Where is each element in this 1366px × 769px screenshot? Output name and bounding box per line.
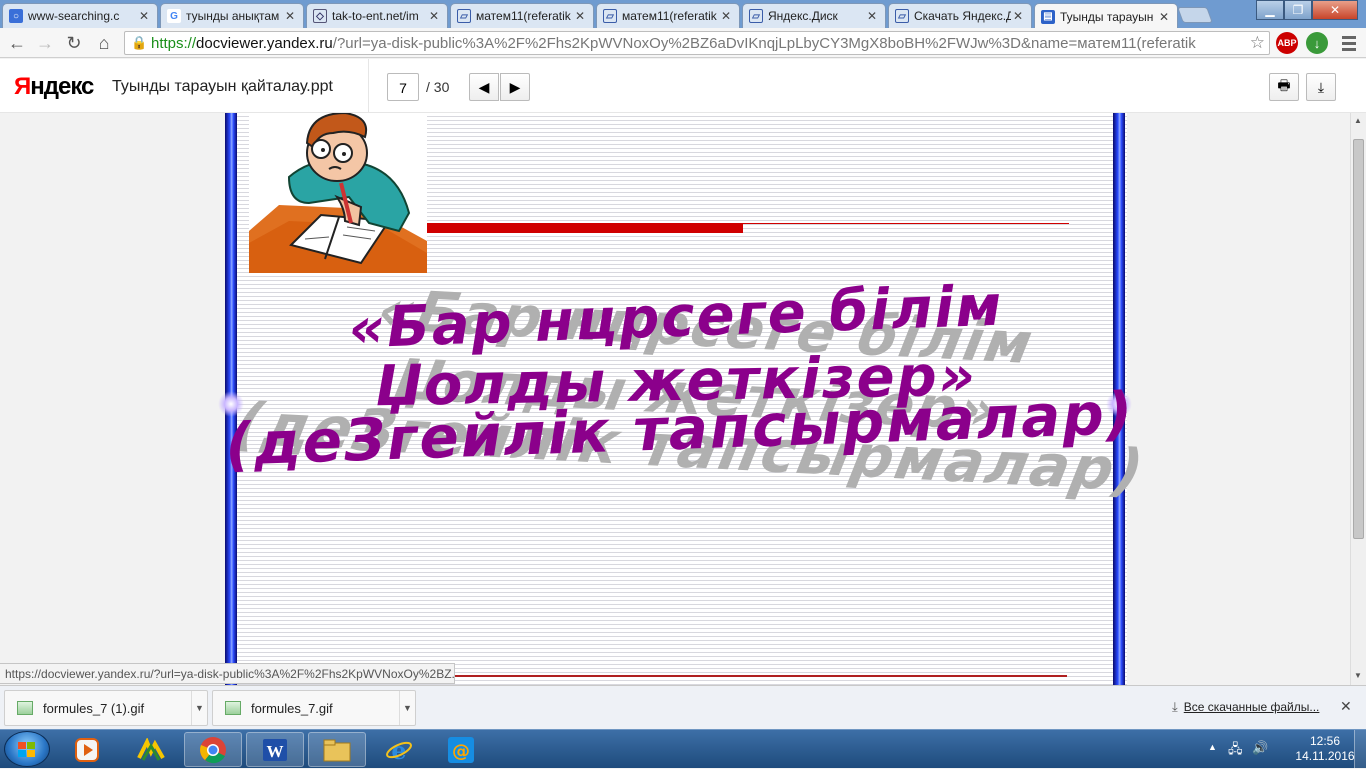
- svg-text:e: e: [391, 736, 406, 764]
- minimize-icon[interactable]: ▁: [1256, 0, 1284, 20]
- yadisk-favicon-icon: ▱: [749, 9, 763, 23]
- media-player-icon[interactable]: [58, 732, 116, 767]
- scrollbar-thumb[interactable]: [1353, 139, 1364, 539]
- window-controls: ▁ ❐ ✕: [1256, 0, 1358, 20]
- chevron-down-icon[interactable]: ▼: [399, 691, 415, 725]
- tab-download-yandex-disk[interactable]: ▱ Скачать Яндекс.Д ✕: [888, 3, 1032, 28]
- show-hidden-icons-icon[interactable]: ▲: [1208, 742, 1217, 752]
- red-accent-bar: [427, 223, 743, 233]
- document-viewer: «Бар нцрсеге білім Џолды жеткізер» (деЗг…: [0, 113, 1350, 685]
- student-writing-clipart: [249, 113, 427, 273]
- menu-hamburger-icon[interactable]: [1342, 36, 1356, 54]
- document-title: Туынды тарауын қайталау.ppt: [112, 78, 333, 95]
- close-tab-icon[interactable]: ✕: [865, 9, 879, 23]
- chrome-icon[interactable]: [184, 732, 242, 767]
- clock[interactable]: 12:56 14.11.2016: [1290, 734, 1360, 764]
- svg-text:W: W: [267, 742, 284, 761]
- browser-toolbar: ← → ↻ ⌂ 🔒 https://docviewer.yandex.ru/?u…: [0, 28, 1366, 58]
- scroll-up-icon[interactable]: ▲: [1354, 116, 1362, 125]
- close-downloads-bar-icon[interactable]: ✕: [1340, 698, 1352, 715]
- close-tab-icon[interactable]: ✕: [137, 9, 151, 23]
- svg-text:@: @: [452, 741, 470, 762]
- tab-matem11-a[interactable]: ▱ матем11(referatik ✕: [450, 3, 594, 28]
- vertical-scrollbar[interactable]: ▲ ▼: [1350, 113, 1366, 685]
- scroll-down-icon[interactable]: ▼: [1354, 671, 1362, 680]
- image-file-icon: [225, 701, 241, 715]
- red-bottom-line: [447, 675, 1067, 677]
- close-tab-icon[interactable]: ✕: [1011, 9, 1025, 23]
- reload-icon[interactable]: ↻: [63, 32, 85, 54]
- status-bar-url: https://docviewer.yandex.ru/?url=ya-disk…: [0, 663, 455, 684]
- google-favicon-icon: G: [167, 9, 181, 23]
- adblock-plus-icon[interactable]: ABP: [1276, 32, 1298, 54]
- next-page-button[interactable]: ▶: [500, 73, 530, 101]
- windows-logo-icon: [18, 742, 36, 758]
- close-tab-icon[interactable]: ✕: [283, 9, 297, 23]
- mail-agent-icon[interactable]: @: [432, 732, 490, 767]
- home-icon[interactable]: ⌂: [93, 32, 115, 54]
- download-item[interactable]: formules_7 (1).gif ▼: [4, 690, 208, 726]
- search-favicon-icon: ○: [9, 9, 23, 23]
- download-item[interactable]: formules_7.gif ▼: [212, 690, 416, 726]
- print-button[interactable]: 🖶: [1269, 73, 1299, 101]
- all-downloads-link[interactable]: ⤓ Все скачанные файлы...: [1172, 699, 1319, 715]
- lock-icon: 🔒: [131, 35, 148, 50]
- yadisk-favicon-icon: ▱: [457, 9, 471, 23]
- show-desktop-button[interactable]: [1354, 730, 1366, 769]
- volume-icon[interactable]: 🔊: [1252, 740, 1268, 756]
- new-tab-button[interactable]: [1177, 7, 1213, 23]
- slide: «Бар нцрсеге білім Џолды жеткізер» (деЗг…: [218, 113, 1150, 685]
- maximize-icon[interactable]: ❐: [1284, 0, 1312, 20]
- tab-searching[interactable]: ○ www-searching.c ✕: [2, 3, 158, 28]
- page-total: / 30: [426, 79, 450, 95]
- back-arrow-icon[interactable]: ←: [6, 32, 28, 54]
- previous-page-button[interactable]: ◀: [469, 73, 499, 101]
- tab-docviewer-active[interactable]: ▤ Туынды тарауын ✕: [1034, 3, 1178, 29]
- page-number-input[interactable]: 7: [387, 73, 419, 101]
- docviewer-header: Яндекс Туынды тарауын қайталау.ppt 7 / 3…: [0, 59, 1366, 113]
- tab-yandex-disk[interactable]: ▱ Яндекс.Диск ✕: [742, 3, 886, 28]
- chevron-down-icon[interactable]: ▼: [191, 691, 207, 725]
- start-button[interactable]: [4, 731, 50, 767]
- internet-explorer-icon[interactable]: e: [370, 732, 428, 767]
- download-button[interactable]: ⤓: [1306, 73, 1336, 101]
- red-accent-line: [743, 223, 1069, 224]
- tab-google[interactable]: G туынды анықтам ✕: [160, 3, 304, 28]
- winamp-icon[interactable]: [122, 732, 180, 767]
- close-tab-icon[interactable]: ✕: [1157, 10, 1171, 24]
- downloads-bar: formules_7 (1).gif ▼ formules_7.gif ▼ ⤓ …: [0, 685, 1366, 729]
- tab-strip: ○ www-searching.c ✕ G туынды анықтам ✕ ◇…: [0, 0, 1366, 29]
- file-explorer-icon[interactable]: [308, 732, 366, 767]
- network-icon[interactable]: 🖧: [1228, 740, 1243, 762]
- close-tab-icon[interactable]: ✕: [427, 9, 441, 23]
- tab-tak-to-ent[interactable]: ◇ tak-to-ent.net/im ✕: [306, 3, 448, 28]
- header-divider: [368, 59, 369, 113]
- yandex-logo[interactable]: Яндекс: [14, 73, 94, 101]
- bookmark-star-icon[interactable]: ☆: [1249, 33, 1265, 53]
- forward-arrow-icon[interactable]: →: [34, 32, 56, 54]
- windows-taskbar: W e @ ▲ 🖧 🔊 12:56 14.11.2016: [0, 729, 1366, 769]
- word-icon[interactable]: W: [246, 732, 304, 767]
- yadisk-favicon-icon: ▱: [895, 9, 909, 23]
- close-tab-icon[interactable]: ✕: [719, 9, 733, 23]
- close-tab-icon[interactable]: ✕: [573, 9, 587, 23]
- image-file-icon: [17, 701, 33, 715]
- yadisk-favicon-icon: ▱: [603, 9, 617, 23]
- docviewer-favicon-icon: ▤: [1041, 9, 1055, 24]
- close-window-icon[interactable]: ✕: [1312, 0, 1358, 20]
- address-bar[interactable]: 🔒 https://docviewer.yandex.ru/?url=ya-di…: [124, 31, 1270, 55]
- cube-favicon-icon: ◇: [313, 9, 327, 23]
- download-icon: ⤓: [1172, 699, 1178, 714]
- download-extension-icon[interactable]: ↓: [1306, 32, 1328, 54]
- system-tray: ▲ 🖧 🔊 12:56 14.11.2016: [1200, 730, 1366, 769]
- tab-matem11-b[interactable]: ▱ матем11(referatik ✕: [596, 3, 740, 28]
